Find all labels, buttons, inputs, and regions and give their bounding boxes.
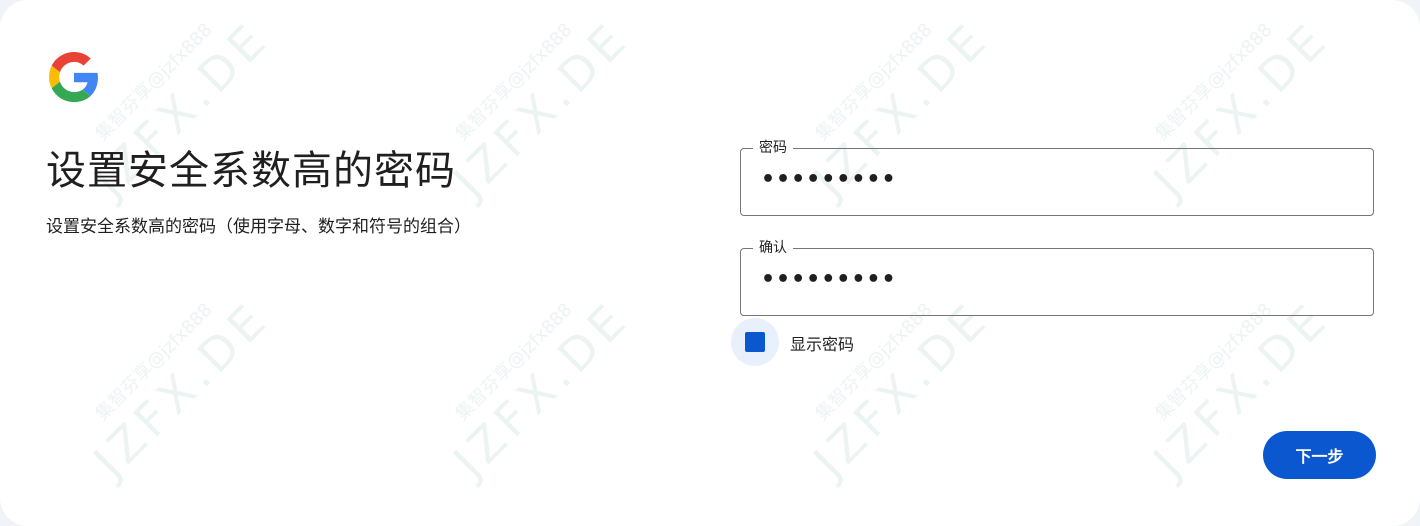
confirm-password-field[interactable]: 确认 ••••••••• <box>740 237 1374 316</box>
password-field-value[interactable]: ••••••••• <box>761 167 897 192</box>
password-field-label: 密码 <box>753 137 793 157</box>
google-g-icon <box>49 52 99 102</box>
confirm-field-label: 确认 <box>753 237 793 257</box>
watermark: 集智芬享@jzfx888 JZFX.DE <box>442 10 640 208</box>
page-subtitle: 设置安全系数高的密码（使用字母、数字和符号的组合） <box>46 217 471 237</box>
show-password-checkbox-wrap[interactable] <box>731 318 779 366</box>
show-password-checkbox[interactable] <box>745 332 765 352</box>
watermark: 集智芬享@jzfx888 JZFX.DE <box>442 290 640 488</box>
confirm-field-value[interactable]: ••••••••• <box>761 267 897 292</box>
password-field[interactable]: 密码 ••••••••• <box>740 137 1374 216</box>
show-password-label[interactable]: 显示密码 <box>790 331 854 355</box>
next-button[interactable]: 下一步 <box>1263 431 1376 479</box>
watermark: 集智芬享@jzfx888 JZFX.DE <box>82 290 280 488</box>
signup-card: 集智芬享@jzfx888 JZFX.DE 集智芬享@jzfx888 JZFX.D… <box>0 0 1420 526</box>
page-title: 设置安全系数高的密码 <box>46 148 456 194</box>
